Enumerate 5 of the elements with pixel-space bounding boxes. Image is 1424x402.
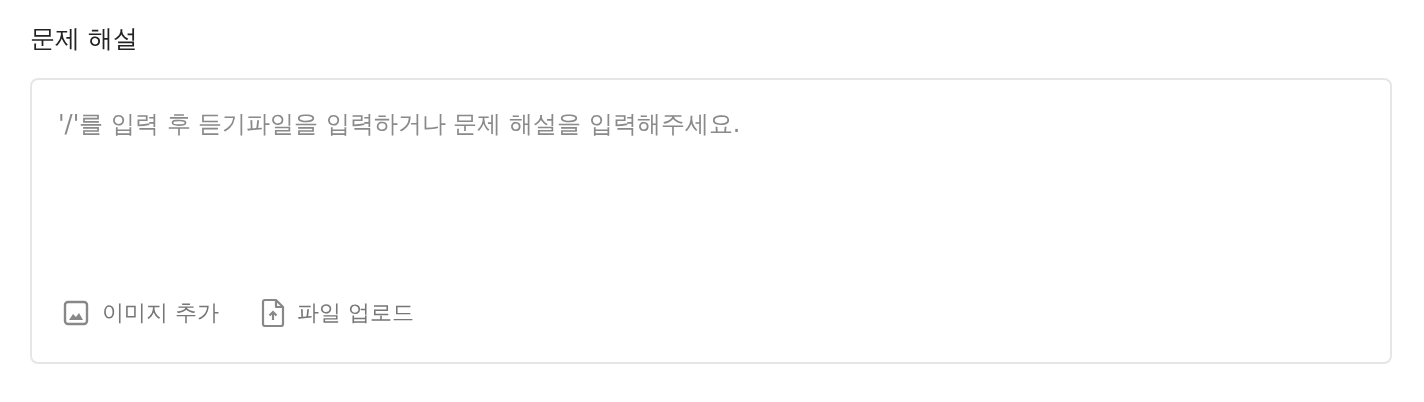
toolbar-button[interactable]: 이미지 추가 <box>58 294 223 332</box>
toolbar-button[interactable]: 파일 업로드 <box>257 294 418 332</box>
image-icon <box>62 299 90 327</box>
file-upload-icon <box>261 298 285 328</box>
section-title: 문제 해설 <box>30 23 139 55</box>
